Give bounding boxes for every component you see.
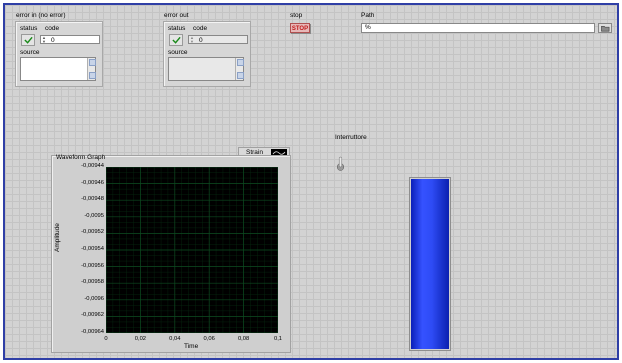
graph-title: Waveform Graph (56, 154, 106, 161)
x-tick-label: 0,1 (273, 336, 283, 342)
stop-button[interactable]: STOP (290, 23, 310, 33)
y-tick-label: -0,00962 (81, 312, 104, 319)
error-in-status-indicator[interactable] (21, 34, 35, 46)
y-tick-label: -0,00956 (81, 262, 104, 269)
x-tick-label: 0,04 (169, 336, 181, 342)
error-out-source-label: source (168, 49, 188, 56)
waveform-graph: Waveform Graph -0,00944 -0,00946 -0,00948 -… (51, 154, 291, 353)
error-out-cluster: status code ▲ ▼ 0 source (163, 21, 251, 87)
x-tick-label: 0,06 (203, 336, 215, 342)
plot-area[interactable] (106, 167, 278, 333)
error-out-source-field (168, 57, 244, 81)
error-in-code-label: code (45, 25, 60, 32)
browse-button[interactable] (598, 23, 612, 33)
y-tick-label: -0,00948 (81, 196, 104, 203)
folder-open-icon (600, 25, 609, 31)
error-in-cluster: status code ▲ ▼ 0 source (15, 21, 103, 87)
x-axis-label: Time (184, 343, 199, 350)
error-in-status-label: status (20, 25, 38, 32)
front-panel: error in (no error) status code ▲ ▼ 0 sou… (3, 3, 619, 360)
checkmark-icon (171, 36, 181, 44)
x-tick-label: 0,02 (134, 336, 147, 342)
plot-grid (106, 167, 278, 333)
error-out-code-label: code (193, 25, 208, 32)
error-out-status-label: status (168, 25, 186, 32)
y-tick-label: -0,0095 (84, 212, 104, 219)
path-input[interactable]: % (361, 23, 595, 33)
error-in-source-scrollbar[interactable] (87, 58, 96, 80)
error-in-title: error in (no error) (16, 12, 66, 19)
error-out-source-scrollbar[interactable] (235, 58, 244, 80)
error-in-code-value: 0 (51, 37, 55, 44)
spinner-arrows-icon: ▲ ▼ (190, 35, 194, 44)
y-tick-label: -0,00954 (81, 246, 104, 252)
stop-label: stop (290, 12, 303, 19)
tank-fill (411, 179, 449, 349)
x-tick-label: 0,08 (237, 336, 250, 342)
y-tick-label: -0,00952 (81, 229, 104, 236)
error-in-source-field[interactable] (20, 57, 96, 81)
error-out-title: error out (164, 12, 189, 19)
scroll-down-icon[interactable] (237, 72, 244, 79)
scroll-up-icon[interactable] (89, 59, 96, 66)
error-in-code-field[interactable]: ▲ ▼ 0 (40, 35, 100, 44)
spinner-arrows-icon[interactable]: ▲ ▼ (42, 36, 48, 44)
y-axis-label: Amplitude (54, 223, 61, 252)
y-tick-label: -0,00958 (81, 279, 104, 286)
error-out-code-value: 0 (199, 37, 203, 44)
error-in-source-label: source (20, 49, 40, 56)
tank-indicator (409, 177, 451, 351)
toggle-switch[interactable] (337, 156, 344, 171)
y-tick-label: -0,00964 (81, 329, 104, 335)
y-tick-label: -0,0096 (84, 295, 104, 302)
error-out-code-field: ▲ ▼ 0 (188, 35, 248, 44)
switch-label: Interruttore (335, 134, 367, 141)
path-label: Path (361, 12, 375, 19)
y-tick-label: -0,00944 (81, 163, 104, 169)
error-out-status-indicator (169, 34, 183, 46)
scroll-down-icon[interactable] (89, 72, 96, 79)
checkmark-icon (23, 36, 33, 44)
y-tick-label: -0,00946 (81, 179, 104, 186)
x-tick-label: 0 (104, 336, 108, 342)
scroll-up-icon[interactable] (237, 59, 244, 66)
